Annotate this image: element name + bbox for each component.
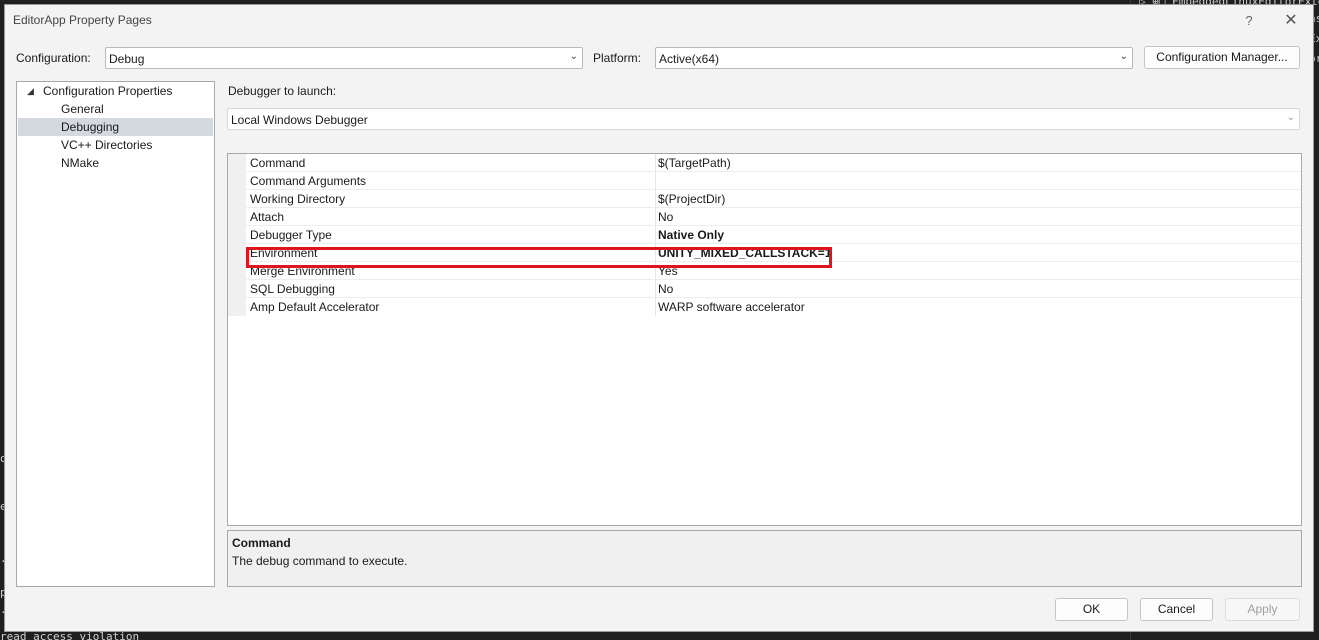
tree-root-label: Configuration Properties xyxy=(43,84,173,98)
chevron-down-icon: ⌄ xyxy=(569,51,578,62)
chevron-down-icon: ⌄ xyxy=(1119,51,1128,62)
property-name: Working Directory xyxy=(250,192,346,206)
apply-button[interactable]: Apply xyxy=(1225,598,1300,621)
debugger-launch-label: Debugger to launch: xyxy=(228,84,337,98)
close-icon[interactable]: ✕ xyxy=(1279,9,1303,33)
tree-root-configuration-properties[interactable]: ◢ Configuration Properties xyxy=(18,82,213,100)
property-name: Command xyxy=(250,156,306,170)
configuration-dropdown[interactable]: Debug ⌄ xyxy=(105,47,583,69)
property-row-command[interactable]: Command $(TargetPath) xyxy=(246,154,1301,172)
tree-item-vc-directories[interactable]: VC++ Directories xyxy=(18,136,213,154)
configuration-value: Debug xyxy=(109,52,145,66)
property-value[interactable]: Native Only xyxy=(658,228,724,242)
chevron-down-icon: ⌄ xyxy=(1286,112,1295,123)
property-value[interactable]: WARP software accelerator xyxy=(658,300,805,314)
property-value[interactable]: No xyxy=(658,210,673,224)
property-row-attach[interactable]: Attach No xyxy=(246,208,1301,226)
property-value[interactable]: $(TargetPath) xyxy=(658,156,731,170)
ok-button[interactable]: OK xyxy=(1055,598,1128,621)
property-name: Amp Default Accelerator xyxy=(250,300,380,314)
help-icon[interactable]: ? xyxy=(1239,11,1259,31)
property-row-command-arguments[interactable]: Command Arguments xyxy=(246,172,1301,190)
property-row-merge-environment[interactable]: Merge Environment Yes xyxy=(246,262,1301,280)
description-panel: Command The debug command to execute. xyxy=(227,530,1302,587)
configuration-manager-button[interactable]: Configuration Manager... xyxy=(1144,46,1300,69)
property-name: Debugger Type xyxy=(250,228,332,242)
property-name: Merge Environment xyxy=(250,264,355,278)
description-text: The debug command to execute. xyxy=(232,554,408,568)
property-row-debugger-type[interactable]: Debugger Type Native Only xyxy=(246,226,1301,244)
title-bar[interactable]: EditorApp Property Pages ? ✕ xyxy=(5,5,1313,37)
tree-item-label: NMake xyxy=(61,156,100,170)
property-row-amp-default-accelerator[interactable]: Amp Default Accelerator WARP software ac… xyxy=(246,298,1301,316)
tree-item-label: VC++ Directories xyxy=(61,138,153,152)
platform-dropdown[interactable]: Active(x64) ⌄ xyxy=(655,47,1133,69)
platform-value: Active(x64) xyxy=(659,52,720,66)
property-grid[interactable]: Command $(TargetPath) Command Arguments … xyxy=(227,153,1302,526)
property-row-environment[interactable]: Environment UNITY_MIXED_CALLSTACK=1 xyxy=(246,244,1301,262)
tree-item-label: General xyxy=(61,102,104,116)
window-title: EditorApp Property Pages xyxy=(13,13,152,27)
property-row-sql-debugging[interactable]: SQL Debugging No xyxy=(246,280,1301,298)
property-value[interactable]: UNITY_MIXED_CALLSTACK=1 xyxy=(658,246,831,260)
property-value[interactable]: $(ProjectDir) xyxy=(658,192,725,206)
description-title: Command xyxy=(232,536,291,550)
tree-item-nmake[interactable]: NMake xyxy=(18,154,213,172)
debugger-launch-value: Local Windows Debugger xyxy=(231,113,368,127)
property-name: Command Arguments xyxy=(250,174,367,188)
grid-gutter xyxy=(228,154,246,316)
category-tree[interactable]: ◢ Configuration Properties General Debug… xyxy=(16,81,215,587)
property-name: SQL Debugging xyxy=(250,282,335,296)
configuration-label: Configuration: xyxy=(16,51,91,65)
platform-label: Platform: xyxy=(593,51,642,65)
debugger-launch-dropdown[interactable]: Local Windows Debugger ⌄ xyxy=(227,108,1300,130)
tree-item-label: Debugging xyxy=(61,120,120,134)
tree-item-general[interactable]: General xyxy=(18,100,213,118)
expand-caret-icon[interactable]: ◢ xyxy=(27,82,34,100)
property-row-working-directory[interactable]: Working Directory $(ProjectDir) xyxy=(246,190,1301,208)
property-pages-dialog: EditorApp Property Pages ? ✕ Configurati… xyxy=(4,4,1314,632)
tree-item-debugging[interactable]: Debugging xyxy=(18,118,213,136)
property-name: Attach xyxy=(250,210,285,224)
cancel-button[interactable]: Cancel xyxy=(1140,598,1213,621)
property-name: Environment xyxy=(250,246,318,260)
property-value[interactable]: Yes xyxy=(658,264,678,278)
property-value[interactable]: No xyxy=(658,282,673,296)
